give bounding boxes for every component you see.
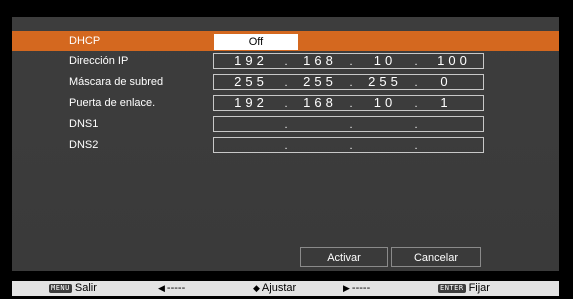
dns1-octet-4[interactable] xyxy=(424,117,468,131)
ip-address-field[interactable]: 192 . 168 . 10 . 100 xyxy=(213,53,484,69)
subnet-dot-2: . xyxy=(349,77,353,89)
dns1-dot-2: . xyxy=(349,119,353,131)
hint-adjust: ◆ Ajustar xyxy=(253,281,296,296)
ip-dot-1: . xyxy=(284,56,288,68)
dhcp-value[interactable]: Off xyxy=(214,34,298,50)
dns1-octet-2[interactable] xyxy=(294,117,346,131)
subnet-octet-3[interactable]: 255 xyxy=(360,75,410,89)
dns2-octet-1[interactable] xyxy=(220,138,282,152)
menu-key-icon: MENU xyxy=(49,284,72,293)
gateway-dot-1: . xyxy=(284,98,288,110)
ip-dot-3: . xyxy=(414,56,418,68)
dns2-dot-1: . xyxy=(284,140,288,152)
hint-set: ENTER Fijar xyxy=(438,281,490,296)
ip-octet-3[interactable]: 10 xyxy=(360,54,410,68)
triangle-right-icon: ▶ xyxy=(343,283,350,293)
ip-address-row[interactable]: Dirección IP 192 . 168 . 10 . 100 xyxy=(12,51,559,71)
ip-octet-4[interactable]: 100 xyxy=(424,54,484,68)
subnet-dot-3: . xyxy=(414,77,418,89)
subnet-octet-1[interactable]: 255 xyxy=(220,75,282,89)
dns2-dot-3: . xyxy=(414,140,418,152)
dns1-field[interactable]: . . . xyxy=(213,116,484,132)
hint-left: ◀ ----- xyxy=(158,281,185,296)
subnet-octet-4[interactable]: 0 xyxy=(424,75,468,89)
gateway-octet-4[interactable]: 1 xyxy=(424,96,468,110)
hint-left-label: ----- xyxy=(166,282,186,294)
dns2-field[interactable]: . . . xyxy=(213,137,484,153)
ip-dot-2: . xyxy=(349,56,353,68)
hint-exit: MENU Salir xyxy=(49,281,97,296)
dns2-octet-4[interactable] xyxy=(424,138,468,152)
dhcp-label: DHCP xyxy=(69,35,101,47)
hint-exit-label: Salir xyxy=(74,282,97,294)
gateway-dot-3: . xyxy=(414,98,418,110)
triangle-left-icon: ◀ xyxy=(158,283,165,293)
hint-right: ▶ ----- xyxy=(343,281,370,296)
subnet-octet-2[interactable]: 255 xyxy=(294,75,346,89)
hint-right-label: ----- xyxy=(351,282,371,294)
ip-octet-1[interactable]: 192 xyxy=(220,54,282,68)
subnet-dot-1: . xyxy=(284,77,288,89)
enter-key-icon: ENTER xyxy=(438,284,466,293)
subnet-mask-label: Máscara de subred xyxy=(69,76,164,88)
subnet-mask-field[interactable]: 255 . 255 . 255 . 0 xyxy=(213,74,484,90)
dns2-octet-3[interactable] xyxy=(360,138,410,152)
dns1-octet-3[interactable] xyxy=(360,117,410,131)
projector-osd-screen: DHCP Off Dirección IP 192 . 168 . 10 . 1… xyxy=(0,0,573,299)
key-hint-bar: MENU Salir ◀ ----- ◆ Ajustar ▶ ----- ENT… xyxy=(12,281,559,296)
gateway-octet-3[interactable]: 10 xyxy=(360,96,410,110)
dhcp-row[interactable]: DHCP Off xyxy=(12,31,559,51)
dns2-row[interactable]: DNS2 . . . xyxy=(12,135,559,155)
hint-set-label: Fijar xyxy=(468,282,490,294)
gateway-octet-2[interactable]: 168 xyxy=(294,96,346,110)
ip-octet-2[interactable]: 168 xyxy=(294,54,346,68)
ip-address-label: Dirección IP xyxy=(69,55,129,67)
subnet-mask-row[interactable]: Máscara de subred 255 . 255 . 255 . 0 xyxy=(12,72,559,92)
hint-adjust-label: Ajustar xyxy=(261,282,297,294)
dns1-octet-1[interactable] xyxy=(220,117,282,131)
dns1-dot-1: . xyxy=(284,119,288,131)
gateway-dot-2: . xyxy=(349,98,353,110)
dns2-octet-2[interactable] xyxy=(294,138,346,152)
cancel-button[interactable]: Cancelar xyxy=(391,247,481,267)
gateway-field[interactable]: 192 . 168 . 10 . 1 xyxy=(213,95,484,111)
gateway-row[interactable]: Puerta de enlace. 192 . 168 . 10 . 1 xyxy=(12,93,559,113)
dns1-label: DNS1 xyxy=(69,118,99,130)
dns1-row[interactable]: DNS1 . . . xyxy=(12,114,559,134)
dns1-dot-3: . xyxy=(414,119,418,131)
dns2-dot-2: . xyxy=(349,140,353,152)
gateway-octet-1[interactable]: 192 xyxy=(220,96,282,110)
dns2-label: DNS2 xyxy=(69,139,99,151)
network-settings-panel: DHCP Off Dirección IP 192 . 168 . 10 . 1… xyxy=(12,17,559,271)
gateway-label: Puerta de enlace. xyxy=(69,97,156,109)
up-down-arrows-icon: ◆ xyxy=(253,283,260,293)
activate-button[interactable]: Activar xyxy=(300,247,388,267)
